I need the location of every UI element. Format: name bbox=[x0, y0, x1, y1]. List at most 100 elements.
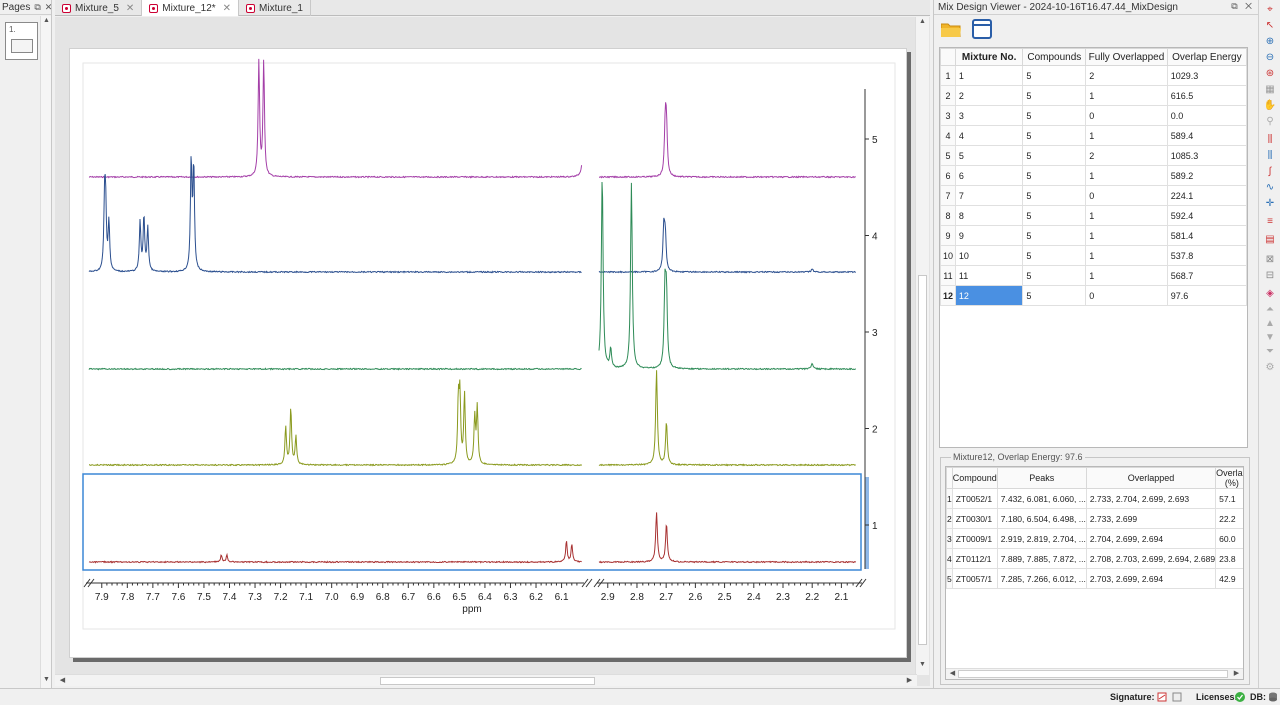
table-cell[interactable]: 616.5 bbox=[1166, 85, 1247, 106]
table-row[interactable]: 2 2 5 1 616.5 bbox=[940, 85, 1247, 106]
table-cell[interactable]: 5 bbox=[1022, 105, 1087, 126]
table-cell[interactable]: 5 bbox=[1022, 65, 1087, 86]
tab-mixture-1[interactable]: Mixture_1 bbox=[239, 0, 311, 16]
close-icon[interactable]: ✕ bbox=[45, 2, 53, 13]
grid-icon[interactable]: ▦ bbox=[1263, 84, 1277, 96]
row-number[interactable]: 12 bbox=[940, 285, 956, 306]
table-cell[interactable]: 2 bbox=[1085, 65, 1168, 86]
row-number[interactable]: 4 bbox=[940, 125, 956, 146]
table-cell[interactable]: 1 bbox=[1085, 265, 1168, 286]
3d-cube-icon[interactable]: ◈ bbox=[1263, 288, 1277, 300]
scroll-left-icon[interactable]: ◀ bbox=[947, 669, 958, 677]
horizontal-scroll-thumb[interactable] bbox=[958, 670, 1228, 678]
table-cell[interactable]: 581.4 bbox=[1166, 225, 1247, 246]
table-cell[interactable]: 5 bbox=[1022, 285, 1087, 306]
table-cell[interactable]: 2 bbox=[954, 85, 1024, 106]
page-thumbnail[interactable]: 1. bbox=[5, 22, 38, 60]
table-cell[interactable]: 1 bbox=[1085, 165, 1168, 186]
column-header-compound[interactable]: Compound bbox=[951, 467, 998, 489]
peak-picking-icon[interactable]: ⫼ bbox=[1263, 134, 1277, 146]
table-cell[interactable]: 2.919, 2.819, 2.704, ... bbox=[996, 528, 1087, 549]
table-cell[interactable]: 5 bbox=[1022, 125, 1087, 146]
table-cell[interactable]: ZT0030/1 bbox=[951, 508, 998, 529]
table-cell[interactable]: 60.0 bbox=[1215, 528, 1243, 549]
table-cell[interactable]: 2.703, 2.699, 2.694 bbox=[1085, 568, 1217, 589]
table-cell[interactable]: 7 bbox=[954, 185, 1024, 206]
table-row[interactable]: 4 4 5 1 589.4 bbox=[940, 125, 1247, 146]
stacked-spectra-chart[interactable]: 5 4 3 2 1 7.9 7.8 7.7 7.6 7.5 7.4 7.3 7.2 7.1 7.0 6.9 6.… bbox=[70, 49, 908, 659]
column-header-fully-overlapped[interactable]: Fully Overlapped bbox=[1085, 48, 1168, 66]
table-cell[interactable]: 23.8 bbox=[1215, 548, 1243, 569]
row-number[interactable]: 6 bbox=[940, 165, 956, 186]
row-number[interactable]: 2 bbox=[940, 85, 956, 106]
database-icon[interactable] bbox=[1268, 692, 1278, 702]
table-cell[interactable]: 5 bbox=[1022, 245, 1087, 266]
table-cell[interactable]: 57.1 bbox=[1215, 488, 1243, 509]
table-cell[interactable]: 42.9 bbox=[1215, 568, 1243, 589]
pointer-tool-icon[interactable]: ↖ bbox=[1263, 20, 1277, 32]
table-cell[interactable]: 2.733, 2.704, 2.699, 2.693 bbox=[1085, 488, 1217, 509]
move-top-icon[interactable]: ⏶ bbox=[1263, 304, 1277, 316]
row-number[interactable]: 5 bbox=[940, 145, 956, 166]
table-cell[interactable]: 2 bbox=[1085, 145, 1168, 166]
license-ok-icon[interactable] bbox=[1235, 692, 1245, 702]
compound-table-horizontal-scrollbar[interactable]: ◀ ▶ bbox=[946, 668, 1243, 679]
table-cell[interactable]: 1 bbox=[954, 65, 1024, 86]
settings-icon[interactable]: ⚙ bbox=[1263, 362, 1277, 374]
column-header-compounds[interactable]: Compounds bbox=[1022, 48, 1087, 66]
table-cell[interactable]: 1 bbox=[1085, 85, 1168, 106]
document-vertical-scrollbar[interactable]: ▲ ▼ bbox=[915, 17, 929, 675]
table-cell[interactable]: 7.285, 7.266, 6.012, ... bbox=[996, 568, 1087, 589]
table-cell[interactable]: 6 bbox=[954, 165, 1024, 186]
table-cell[interactable]: 0 bbox=[1085, 285, 1168, 306]
row-number[interactable]: 8 bbox=[940, 205, 956, 226]
fit-icon[interactable]: ⊠ bbox=[1263, 254, 1277, 266]
scroll-left-icon[interactable]: ◀ bbox=[57, 676, 68, 684]
table-cell[interactable]: 537.8 bbox=[1166, 245, 1247, 266]
hand-tool-icon[interactable]: ✋ bbox=[1263, 100, 1277, 112]
horizontal-scroll-thumb[interactable] bbox=[380, 677, 595, 685]
table-cell[interactable]: 11 bbox=[954, 265, 1024, 286]
table-row[interactable]: 7 7 5 0 224.1 bbox=[940, 185, 1247, 206]
vertical-scroll-thumb[interactable] bbox=[918, 275, 927, 645]
table-cell[interactable]: 1 bbox=[1085, 225, 1168, 246]
table-cell[interactable]: 5 bbox=[1022, 185, 1087, 206]
table-cell[interactable]: 7.180, 6.504, 6.498, ... bbox=[996, 508, 1087, 529]
table-row[interactable]: 9 9 5 1 581.4 bbox=[940, 225, 1247, 246]
row-number[interactable]: 11 bbox=[940, 265, 956, 286]
column-header-overlap-percent[interactable]: Overlap (%) bbox=[1215, 467, 1243, 489]
column-header-mixture-no[interactable]: Mixture No. bbox=[954, 48, 1024, 66]
table-cell[interactable]: 7.889, 7.885, 7.872, ... bbox=[996, 548, 1087, 569]
full-view-icon[interactable]: ⊛ bbox=[1263, 68, 1277, 80]
table-cell[interactable]: 7.432, 6.081, 6.060, ... bbox=[996, 488, 1087, 509]
pin-icon[interactable]: ⚲ bbox=[1263, 116, 1277, 128]
close-icon[interactable]: ✕ bbox=[1245, 1, 1252, 11]
table-cell[interactable]: ZT0052/1 bbox=[951, 488, 998, 509]
table-cell[interactable]: 589.2 bbox=[1166, 165, 1247, 186]
table-cell[interactable]: 1 bbox=[1085, 245, 1168, 266]
document-signature-icon[interactable] bbox=[1172, 692, 1182, 702]
table-cell[interactable]: 1 bbox=[1085, 125, 1168, 146]
crosshair-cursor-icon[interactable]: ⌖ bbox=[1263, 4, 1277, 16]
table-cell[interactable]: 0 bbox=[1085, 105, 1168, 126]
table-cell[interactable]: 5 bbox=[1022, 165, 1087, 186]
table-row[interactable]: 12 12 5 0 97.6 bbox=[940, 285, 1247, 306]
table-row[interactable]: 4 ZT0112/1 7.889, 7.885, 7.872, ... 2.708, … bbox=[946, 548, 1243, 569]
table-cell[interactable]: 5 bbox=[1022, 265, 1087, 286]
scroll-right-icon[interactable]: ▶ bbox=[1231, 669, 1242, 677]
column-header-peaks[interactable]: Peaks bbox=[996, 467, 1087, 489]
table-cell[interactable]: 5 bbox=[954, 145, 1024, 166]
table-cell[interactable]: 224.1 bbox=[1166, 185, 1247, 206]
table-cell[interactable]: 5 bbox=[1022, 85, 1087, 106]
table-cell[interactable]: 0.0 bbox=[1166, 105, 1247, 126]
table-row[interactable]: 1 ZT0052/1 7.432, 6.081, 6.060, ... 2.733, … bbox=[946, 488, 1243, 509]
baseline-icon[interactable]: ∿ bbox=[1263, 182, 1277, 194]
row-number[interactable]: 10 bbox=[940, 245, 956, 266]
table-cell[interactable]: 9 bbox=[954, 225, 1024, 246]
table-row[interactable]: 3 ZT0009/1 2.919, 2.819, 2.704, ... 2.704, … bbox=[946, 528, 1243, 549]
table-cell[interactable]: 12 bbox=[954, 285, 1024, 306]
close-icon[interactable]: ✕ bbox=[223, 3, 231, 14]
document-horizontal-scrollbar[interactable]: ◀ ▶ bbox=[55, 674, 917, 686]
multiplet-icon[interactable]: ⫼ bbox=[1263, 150, 1277, 162]
table-row[interactable]: 8 8 5 1 592.4 bbox=[940, 205, 1247, 226]
